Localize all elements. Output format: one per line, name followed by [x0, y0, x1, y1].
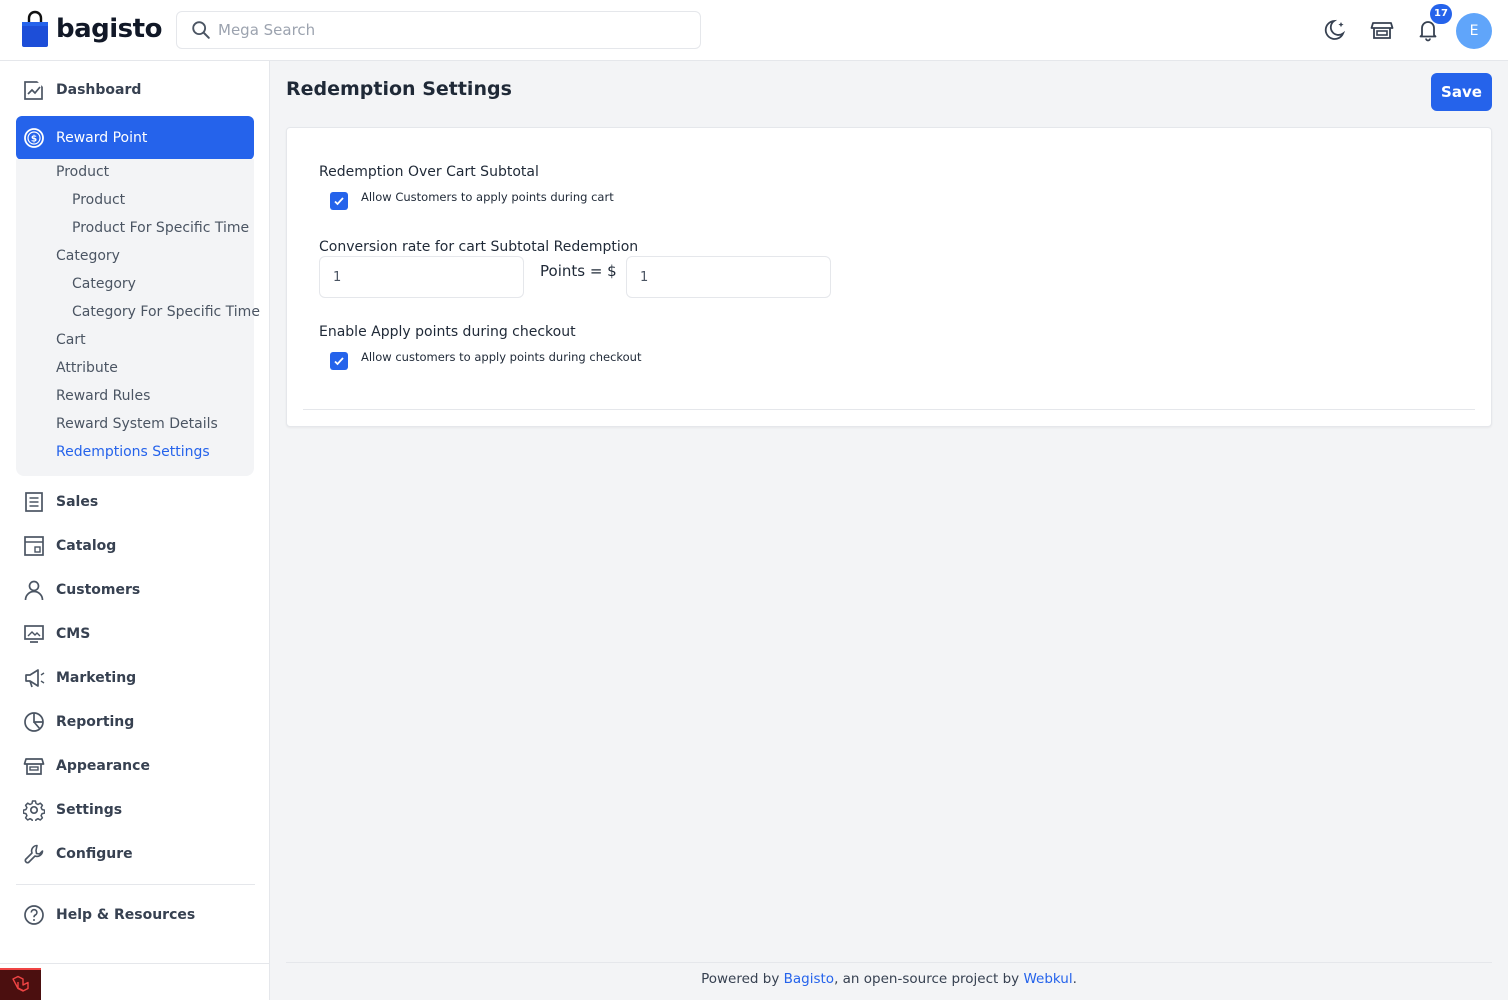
svg-text:$: $	[31, 135, 37, 145]
webkul-link[interactable]: Webkul	[1023, 971, 1072, 987]
footer: Powered by Bagisto, an open-source proje…	[286, 971, 1492, 987]
top-header: bagisto 17 E	[0, 0, 1508, 61]
dashboard-icon	[23, 79, 45, 101]
sidebar-item-appearance[interactable]: Appearance	[16, 744, 254, 788]
help-circle-icon	[23, 904, 45, 926]
reward-point-submenu: Product Product Product For Specific Tim…	[16, 159, 260, 476]
megaphone-icon	[23, 667, 45, 689]
submenu-category-specific-time[interactable]: Category For Specific Time	[72, 304, 260, 320]
submenu-category[interactable]: Category	[72, 276, 136, 292]
receipt-icon	[23, 491, 45, 513]
dark-mode-icon[interactable]	[1323, 17, 1349, 43]
footer-middle: , an open-source project by	[834, 971, 1024, 987]
subtotal-checkbox-label: Allow Customers to apply points during c…	[361, 190, 614, 204]
wrench-icon	[23, 843, 45, 865]
sidebar-item-marketing[interactable]: Marketing	[16, 656, 254, 700]
checkout-checkbox-label: Allow customers to apply points during c…	[361, 350, 642, 364]
checkout-section-label: Enable Apply points during checkout	[319, 324, 576, 340]
sidebar-item-customers[interactable]: Customers	[16, 568, 254, 612]
sidebar-item-reward-point[interactable]: $ Reward Point	[16, 116, 254, 160]
user-icon	[23, 579, 45, 601]
conversion-rate-label: Conversion rate for cart Subtotal Redemp…	[319, 239, 639, 255]
store-icon	[23, 755, 45, 777]
submenu-cart[interactable]: Cart	[56, 332, 86, 348]
sidebar-label-reporting: Reporting	[56, 714, 135, 730]
checkout-checkbox[interactable]	[330, 352, 348, 370]
sidebar-item-dashboard[interactable]: Dashboard	[16, 68, 254, 112]
subtotal-section-label: Redemption Over Cart Subtotal	[319, 164, 539, 180]
sidebar-label-dashboard: Dashboard	[56, 82, 142, 98]
sidebar-label-configure: Configure	[56, 846, 133, 862]
sidebar-label-sales: Sales	[56, 494, 99, 510]
cms-monitor-icon	[23, 623, 45, 645]
footer-prefix: Powered by	[701, 971, 784, 987]
footer-suffix: .	[1072, 971, 1077, 987]
submenu-attribute[interactable]: Attribute	[56, 360, 118, 376]
sidebar-item-help[interactable]: Help & Resources	[16, 893, 254, 937]
card-divider	[303, 409, 1475, 410]
dollar-circle-icon: $	[23, 127, 45, 149]
subtotal-checkbox[interactable]	[330, 192, 348, 210]
dollar-input[interactable]	[626, 256, 831, 298]
page-title: Redemption Settings	[286, 78, 512, 100]
laravel-icon	[11, 975, 29, 992]
sidebar-bottom-divider	[0, 963, 270, 964]
brand-name: bagisto	[56, 14, 162, 44]
bagisto-logo[interactable]: bagisto	[21, 10, 162, 48]
sidebar-item-reporting[interactable]: Reporting	[16, 700, 254, 744]
check-icon	[334, 197, 344, 206]
submenu-reward-system-details[interactable]: Reward System Details	[56, 416, 218, 432]
check-icon	[334, 357, 344, 366]
search-icon	[192, 21, 210, 39]
submenu-redemptions-settings[interactable]: Redemptions Settings	[56, 444, 210, 460]
notification-badge: 17	[1430, 4, 1452, 24]
sidebar-divider	[16, 884, 255, 885]
user-avatar[interactable]: E	[1456, 13, 1492, 49]
mega-search[interactable]	[176, 11, 701, 49]
submenu-product-group[interactable]: Product	[56, 164, 109, 180]
submenu-category-group[interactable]: Category	[56, 248, 120, 264]
submenu-product-specific-time[interactable]: Product For Specific Time	[72, 220, 249, 236]
shopping-bag-icon	[22, 10, 48, 47]
sidebar-item-catalog[interactable]: Catalog	[16, 524, 254, 568]
save-button[interactable]: Save	[1431, 73, 1492, 111]
catalog-icon	[23, 535, 45, 557]
sidebar-label-cms: CMS	[56, 626, 91, 642]
points-input[interactable]	[319, 256, 524, 298]
sidebar: Dashboard $ Reward Point Product Product…	[0, 61, 270, 1000]
sidebar-label-reward-point: Reward Point	[56, 130, 148, 146]
sidebar-label-settings: Settings	[56, 802, 123, 818]
pie-chart-icon	[23, 711, 45, 733]
sidebar-label-marketing: Marketing	[56, 670, 137, 686]
sidebar-item-cms[interactable]: CMS	[16, 612, 254, 656]
submenu-reward-rules[interactable]: Reward Rules	[56, 388, 150, 404]
sidebar-label-appearance: Appearance	[56, 758, 150, 774]
search-input[interactable]	[218, 21, 678, 39]
points-equals-label: Points = $	[540, 262, 617, 280]
submenu-product[interactable]: Product	[72, 192, 125, 208]
bagisto-link[interactable]: Bagisto	[784, 971, 834, 987]
sidebar-item-sales[interactable]: Sales	[16, 480, 254, 524]
sidebar-label-customers: Customers	[56, 582, 141, 598]
sidebar-item-configure[interactable]: Configure	[16, 832, 254, 876]
debugbar-toggle[interactable]	[0, 968, 41, 1000]
sidebar-item-settings[interactable]: Settings	[16, 788, 254, 832]
gear-icon	[23, 799, 45, 821]
storefront-icon[interactable]	[1369, 17, 1395, 43]
footer-divider	[286, 962, 1492, 963]
sidebar-label-catalog: Catalog	[56, 538, 117, 554]
sidebar-label-help: Help & Resources	[56, 907, 196, 923]
